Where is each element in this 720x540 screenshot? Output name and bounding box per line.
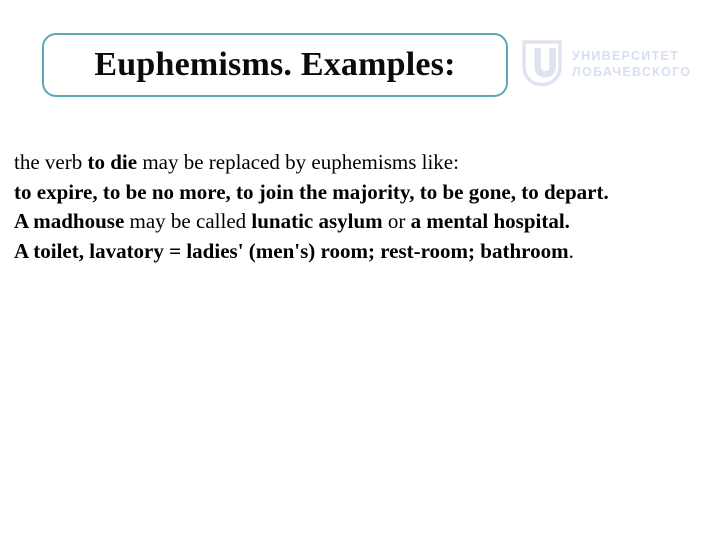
- text-run: to die: [87, 150, 138, 174]
- slide-header: Euphemisms. Examples: УНИВЕРСИТЕТ ЛОБАЧЕ…: [0, 0, 720, 120]
- text-run: to expire, to be no more, to join the ma…: [14, 179, 609, 204]
- university-u-shield-mark-icon: [522, 40, 562, 87]
- university-logo: УНИВЕРСИТЕТ ЛОБАЧЕВСКОГО: [521, 36, 713, 90]
- slide-body: the verb to die may be replaced by euphe…: [14, 148, 708, 266]
- university-logo-line-2: ЛОБАЧЕВСКОГО: [572, 65, 692, 79]
- text-run: or: [382, 209, 411, 233]
- text-run: A toilet, lavatory = ladies' (men's) roo…: [14, 238, 569, 263]
- university-logo-wordmark: УНИВЕРСИТЕТ ЛОБАЧЕВСКОГО: [572, 47, 691, 79]
- paragraph-p-die-list: to expire, to be no more, to join the ma…: [14, 178, 708, 208]
- text-run: lunatic asylum: [251, 209, 383, 233]
- text-run: A madhouse: [14, 209, 125, 233]
- text-run: may be called: [124, 209, 252, 233]
- page-title: Euphemisms. Examples:: [94, 46, 456, 83]
- university-logo-line-1: УНИВЕРСИТЕТ: [572, 49, 680, 63]
- text-run: a mental hospital.: [410, 209, 570, 233]
- text-run: may be replaced by euphemisms like:: [137, 150, 459, 174]
- paragraph-p-madhouse: A madhouse may be called lunatic asylum …: [14, 207, 708, 237]
- text-run: .: [568, 238, 574, 263]
- paragraph-p-toilet: A toilet, lavatory = ladies' (men's) roo…: [14, 237, 708, 267]
- paragraph-p-die: the verb to die may be replaced by euphe…: [14, 148, 708, 178]
- title-box: Euphemisms. Examples:: [42, 33, 508, 97]
- text-run: the verb: [14, 150, 88, 174]
